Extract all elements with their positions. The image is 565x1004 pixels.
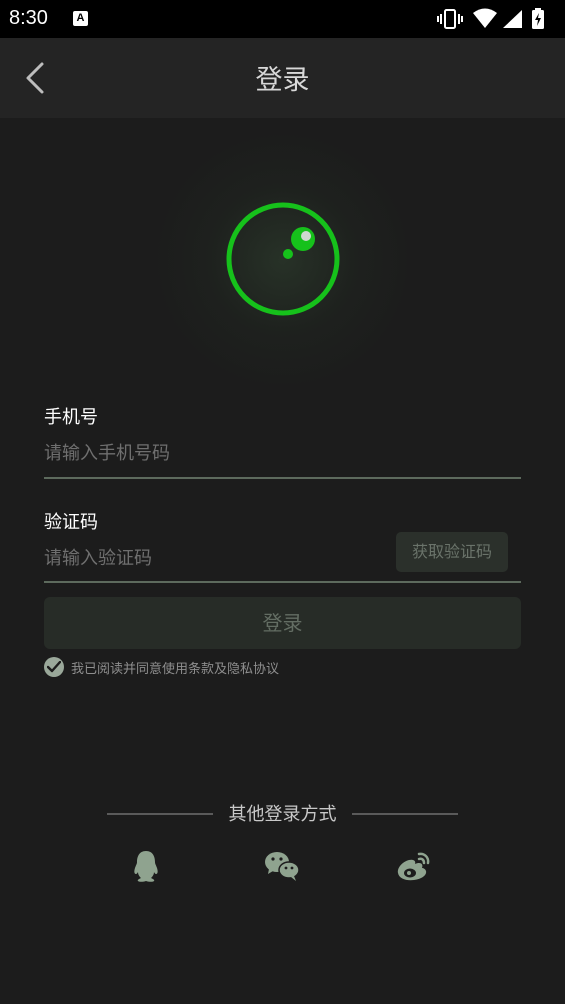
logo-icon	[226, 202, 340, 316]
login-button[interactable]: 登录	[44, 597, 521, 649]
notification-a-icon: A	[73, 11, 88, 26]
vibrate-icon	[437, 9, 463, 29]
code-underline	[44, 581, 521, 583]
app-logo	[133, 110, 433, 410]
weibo-icon	[397, 852, 430, 881]
page-title: 登录	[255, 65, 310, 96]
wechat-icon	[265, 852, 300, 881]
other-login-label: 其他登录方式	[228, 804, 337, 825]
phone-underline	[44, 477, 521, 479]
status-bar: 8:30 A	[0, 0, 565, 38]
app-bar: 登录	[0, 38, 565, 118]
code-label: 验证码	[44, 512, 98, 533]
wechat-login-button[interactable]	[262, 848, 302, 884]
agreement-text[interactable]: 我已阅读并同意使用条款及隐私协议	[71, 658, 279, 677]
wifi-icon	[473, 8, 497, 28]
divider-right	[352, 813, 458, 815]
phone-label: 手机号	[44, 407, 98, 428]
status-icons	[437, 8, 557, 30]
qq-login-button[interactable]	[126, 848, 166, 884]
get-code-button[interactable]: 获取验证码	[396, 532, 508, 572]
cellular-signal-icon	[503, 10, 522, 28]
check-icon	[47, 661, 61, 673]
code-input[interactable]	[44, 538, 384, 578]
phone-input[interactable]	[44, 433, 520, 473]
status-time: 8:30	[9, 7, 48, 29]
battery-charging-icon	[532, 8, 544, 29]
weibo-login-button[interactable]	[394, 848, 434, 884]
agreement-checkbox[interactable]	[44, 657, 64, 677]
qq-icon	[134, 851, 158, 882]
